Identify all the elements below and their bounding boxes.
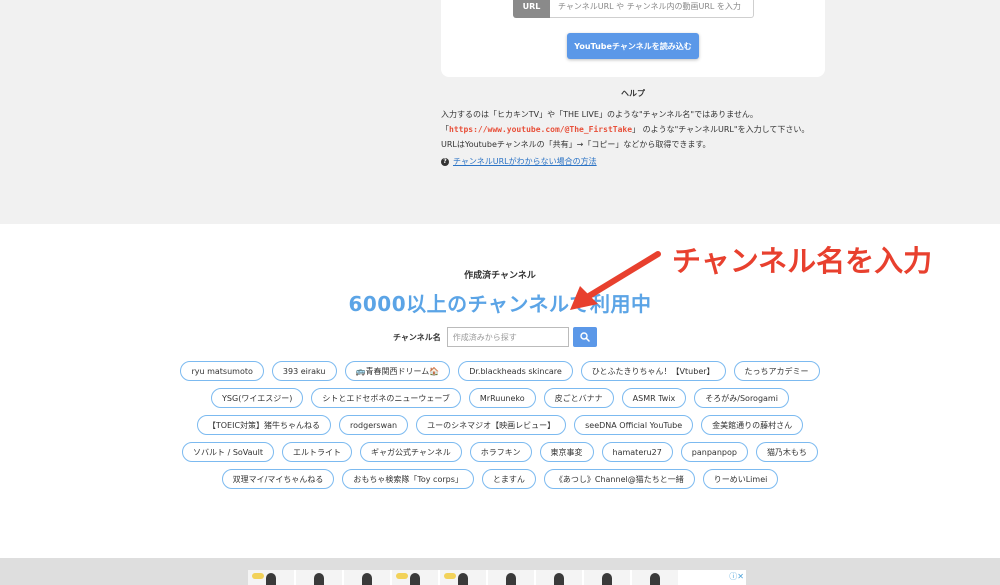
channel-tag[interactable]: ryu matsumoto [180, 361, 264, 381]
ad-thumbnail [584, 570, 630, 585]
annotation-text: チャンネル名を入力 [672, 244, 933, 278]
help-text: 入力するのは「ヒカキンTV」や「THE LIVE」のような"チャンネル名"ではあ… [441, 107, 825, 152]
channel-tag[interactable]: ひとふたきりちゃん！【Vtuber】 [580, 361, 726, 381]
url-input[interactable]: チャンネルURL や チャンネル内の動画URL を入力 [550, 0, 754, 18]
help-line-1: 入力するのは「ヒカキンTV」や「THE LIVE」のような"チャンネル名"ではあ… [441, 110, 758, 119]
help-line-2-open: 「 [441, 125, 449, 134]
top-section: URL チャンネルURL や チャンネル内の動画URL を入力 YouTubeチ… [0, 0, 1000, 224]
annotation-arrow [570, 251, 661, 310]
channel-tag[interactable]: そろがみ/Sorogami [694, 388, 789, 408]
ad-thumbnail [248, 570, 294, 585]
channel-tag[interactable]: ホラフキン [469, 442, 532, 462]
channel-tag[interactable]: MrRuuneko [468, 388, 536, 408]
channel-tag[interactable]: 双理マイ/マイちゃんねる [221, 469, 335, 489]
channel-tag[interactable]: YSG(ワイエスジー) [211, 388, 304, 408]
ad-choices-icon[interactable]: ⓘ✕ [729, 571, 744, 582]
ad-thumbnail [632, 570, 678, 585]
help-link-row: ? チャンネルURLがわからない場合の方法 [441, 156, 825, 167]
ad-thumbnail [296, 570, 342, 585]
channel-search-input[interactable]: 作成済みから探す [446, 327, 569, 347]
ad-thumbnail [392, 570, 438, 585]
ad-thumbnail [536, 570, 582, 585]
channel-tag[interactable]: seeDNA Official YouTube [574, 415, 694, 435]
load-channel-button[interactable]: YouTubeチャンネルを読み込む [567, 33, 699, 59]
channel-tag[interactable]: 🚌青春関西ドリーム🏠 [344, 361, 451, 381]
channel-tag[interactable]: エルトライト [281, 442, 352, 462]
help-line-2: 「https://www.youtube.com/@The_FirstTake」… [441, 122, 825, 137]
usage-heading: 6000以上のチャンネルで利用中 [348, 292, 652, 316]
channel-tag[interactable]: 393 eiraku [271, 361, 337, 381]
url-label: URL [513, 0, 550, 18]
channel-tag[interactable]: ASMR Twix [621, 388, 687, 408]
help-section: ヘルプ 入力するのは「ヒカキンTV」や「THE LIVE」のような"チャンネル名… [441, 88, 825, 167]
channel-name-label: チャンネル名 [393, 332, 441, 342]
url-input-group: URL チャンネルURL や チャンネル内の動画URL を入力 [513, 0, 754, 18]
help-line-3: URLはYoutubeチャンネルの「共有」→「コピー」などから取得できます。 [441, 140, 711, 149]
channel-tag[interactable]: ソバルト / SoVault [182, 442, 274, 462]
channel-tag[interactable]: rodgerswan [339, 415, 409, 435]
channel-tag[interactable]: 【TOEIC対策】猪牛ちゃんねる [196, 415, 332, 435]
channel-tag[interactable]: りーめいLimei [702, 469, 779, 489]
help-example-url: https://www.youtube.com/@The_FirstTake [449, 125, 633, 134]
question-circle-icon: ? [441, 157, 449, 166]
ad-thumbnail [344, 570, 390, 585]
search-button[interactable] [572, 327, 597, 347]
channel-url-help-link[interactable]: チャンネルURLがわからない場合の方法 [453, 156, 597, 167]
ad-strip[interactable]: ⓘ✕ [248, 570, 746, 585]
channel-tag[interactable]: hamateru27 [601, 442, 673, 462]
channel-tag[interactable]: シトとエドセボネのニューウェーブ [311, 388, 461, 408]
channel-tag[interactable]: panpanpop [680, 442, 748, 462]
help-line-2-rest: 」 のような"チャンネルURL"を入力して下さい。 [632, 125, 810, 134]
channel-tag[interactable]: 金美館通りの藤村さん [701, 415, 804, 435]
url-form-card: URL チャンネルURL や チャンネル内の動画URL を入力 YouTubeチ… [441, 0, 825, 77]
channel-tag[interactable]: ギャガ公式チャンネル [359, 442, 462, 462]
ad-thumbnail [488, 570, 534, 585]
channel-tag-list: ryu matsumoto 393 eiraku 🚌青春関西ドリーム🏠 Dr.blac… [168, 361, 832, 489]
help-title: ヘルプ [621, 89, 645, 98]
channel-tag[interactable]: とますん [481, 469, 536, 489]
channel-tag[interactable]: 皮ごとバナナ [543, 388, 614, 408]
channel-tag[interactable]: おもちゃ検索隊「Toy corps」 [342, 469, 474, 489]
channel-tag[interactable]: ユーのシネマジオ【映画レビュー】 [416, 415, 567, 435]
search-icon [580, 332, 590, 342]
channel-tag[interactable]: 《あつし》Channel@猫たちと一緒 [543, 469, 695, 489]
channel-tag[interactable]: たっちアカデミー [733, 361, 820, 381]
channel-search-row: チャンネル名 作成済みから探す [393, 327, 597, 347]
ad-banner-area: ⓘ✕ [0, 558, 1000, 585]
channel-tag[interactable]: 東京事変 [539, 442, 594, 462]
ad-thumbnail [440, 570, 486, 585]
channel-tag[interactable]: 猫乃木もち [755, 442, 818, 462]
channel-tag[interactable]: Dr.blackheads skincare [458, 361, 573, 381]
